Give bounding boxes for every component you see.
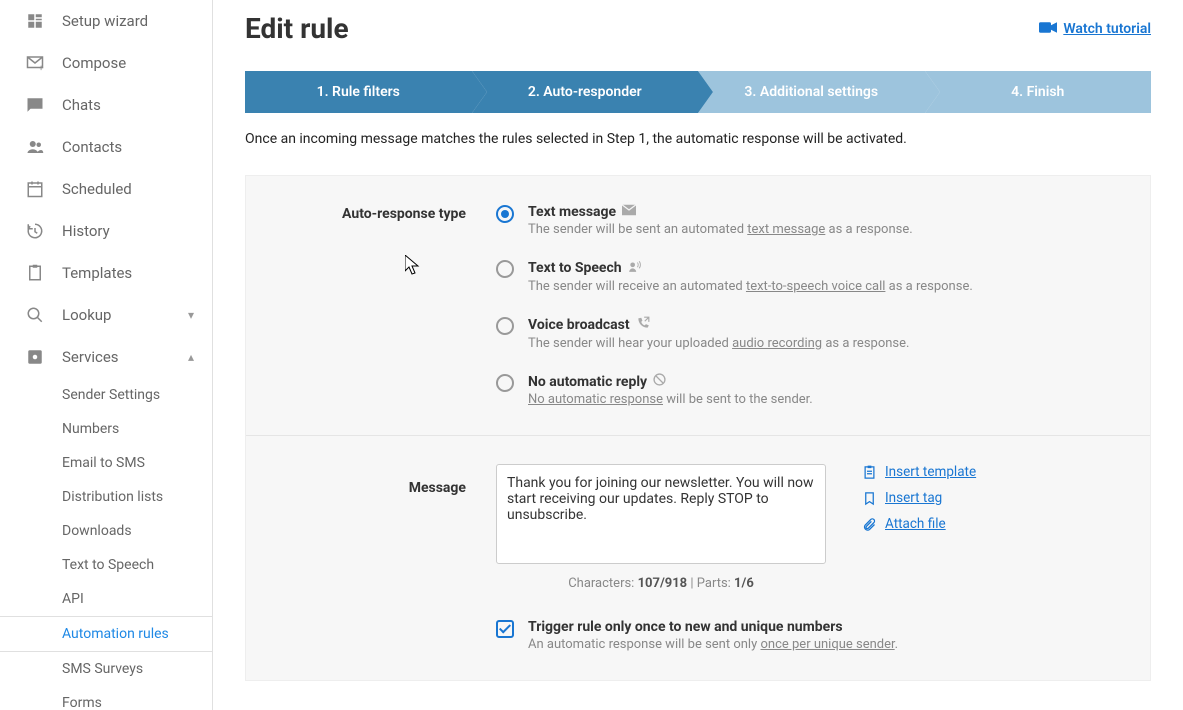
opt-title-text-to-speech: Text to Speech [528,259,642,277]
opt-desc-trigger-once: An automatic response will be sent only … [528,637,898,652]
contacts-icon [24,136,46,158]
message-textarea[interactable] [496,464,826,564]
wizard-step-2[interactable]: 2. Auto-responder [472,71,699,113]
radio-text-to-speech[interactable] [496,260,514,278]
page-title: Edit rule [245,12,349,45]
sidebar-item-label: Setup wizard [62,12,148,30]
sidebar: Setup wizard + Compose Chats Contacts Sc… [0,0,213,710]
chevron-down-icon: ▾ [188,308,194,322]
attach-file-link[interactable]: Attach file [862,516,976,532]
auto-response-options: Text message The sender will be sent an … [496,204,1150,407]
sidebar-item-setup-wizard[interactable]: Setup wizard [0,0,212,42]
sidebar-item-label: Contacts [62,138,122,156]
radio-no-reply[interactable] [496,374,514,392]
label-auto-response-type: Auto-response type [246,204,496,407]
message-box: Characters: 107/918 | Parts: 1/6 Insert … [496,464,1150,591]
row-message: Message Characters: 107/918 | Parts: 1/6… [246,436,1150,680]
sidebar-item-label: History [62,222,110,240]
sidebar-sub-text-to-speech[interactable]: Text to Speech [0,548,212,582]
opt-title-text-message: Text message [528,204,636,220]
compose-icon: + [24,52,46,74]
option-no-reply[interactable]: No automatic reply No automatic response… [496,373,1150,407]
sidebar-item-history[interactable]: History [0,210,212,252]
opt-desc-no-reply: No automatic response will be sent to th… [528,392,813,407]
sidebar-item-contacts[interactable]: Contacts [0,126,212,168]
option-text-message[interactable]: Text message The sender will be sent an … [496,204,1150,237]
sidebar-item-services[interactable]: Services ▴ [0,336,212,378]
sidebar-item-label: Lookup [62,306,111,324]
option-voice-broadcast[interactable]: Voice broadcast The sender will hear you… [496,316,1150,351]
opt-title-trigger-once: Trigger rule only once to new and unique… [528,619,843,635]
chat-icon [24,94,46,116]
sidebar-item-label: Compose [62,54,126,72]
radio-text-message[interactable] [496,205,514,223]
opt-desc-text-message: The sender will be sent an automated tex… [528,222,913,237]
wizard-step-1[interactable]: 1. Rule filters [245,71,472,113]
option-text-to-speech[interactable]: Text to Speech The sender will receive a… [496,259,1150,294]
message-actions: Insert template Insert tag Attach file [862,464,976,542]
voice-icon [628,259,642,277]
sidebar-sub-numbers[interactable]: Numbers [0,412,212,446]
row-auto-response-type: Auto-response type Text message The send… [246,176,1150,436]
bookmark-icon [862,491,877,506]
sidebar-sub-api[interactable]: API [0,582,212,616]
watch-tutorial-link[interactable]: Watch tutorial [1039,21,1151,37]
grid-icon [24,10,46,32]
sidebar-sub-forms[interactable]: Forms [0,686,212,710]
sidebar-sub-email-to-sms[interactable]: Email to SMS [0,446,212,480]
wizard-steps: 1. Rule filters 2. Auto-responder 3. Add… [245,71,1151,113]
sidebar-item-compose[interactable]: + Compose [0,42,212,84]
checkbox-trigger-once[interactable] [496,620,514,638]
option-trigger-once[interactable]: Trigger rule only once to new and unique… [496,619,1150,652]
radio-voice-broadcast[interactable] [496,317,514,335]
page-header: Edit rule Watch tutorial [245,12,1151,45]
envelope-icon [622,204,636,220]
settings-panel: Auto-response type Text message The send… [245,175,1151,681]
clipboard-icon [24,262,46,284]
insert-tag-link[interactable]: Insert tag [862,490,976,506]
sidebar-sub-downloads[interactable]: Downloads [0,514,212,548]
phone-out-icon [636,316,650,334]
sidebar-item-label: Scheduled [62,180,132,198]
history-icon [24,220,46,242]
opt-desc-text-to-speech: The sender will receive an automated tex… [528,279,973,294]
character-counter: Characters: 107/918 | Parts: 1/6 [496,576,826,591]
calendar-icon [24,178,46,200]
sidebar-sub-sms-surveys[interactable]: SMS Surveys [0,652,212,686]
block-icon [653,373,666,390]
watch-tutorial-label: Watch tutorial [1063,21,1151,37]
opt-title-voice-broadcast: Voice broadcast [528,316,650,334]
sidebar-sub-automation-rules[interactable]: Automation rules [0,616,212,652]
sidebar-sub-sender-settings[interactable]: Sender Settings [0,378,212,412]
intro-text: Once an incoming message matches the rul… [245,131,1151,147]
paperclip-icon [862,517,877,532]
sidebar-item-chats[interactable]: Chats [0,84,212,126]
clipboard-icon [862,465,877,480]
main-content: Edit rule Watch tutorial 1. Rule filters… [213,0,1183,710]
svg-text:+: + [39,64,44,73]
search-icon [24,304,46,326]
opt-title-no-reply: No automatic reply [528,373,666,390]
wizard-step-4[interactable]: 4. Finish [925,71,1152,113]
sidebar-item-templates[interactable]: Templates [0,252,212,294]
insert-template-link[interactable]: Insert template [862,464,976,480]
sidebar-item-label: Services [62,348,119,366]
sidebar-item-lookup[interactable]: Lookup ▾ [0,294,212,336]
sidebar-item-label: Templates [62,264,132,282]
sidebar-item-label: Chats [62,96,101,114]
opt-desc-voice-broadcast: The sender will hear your uploaded audio… [528,336,909,351]
sidebar-sub-distribution-lists[interactable]: Distribution lists [0,480,212,514]
gear-icon [24,346,46,368]
chevron-up-icon: ▴ [188,350,194,364]
label-message: Message [246,464,496,652]
wizard-step-3[interactable]: 3. Additional settings [698,71,925,113]
sidebar-item-scheduled[interactable]: Scheduled [0,168,212,210]
video-icon [1039,22,1057,36]
